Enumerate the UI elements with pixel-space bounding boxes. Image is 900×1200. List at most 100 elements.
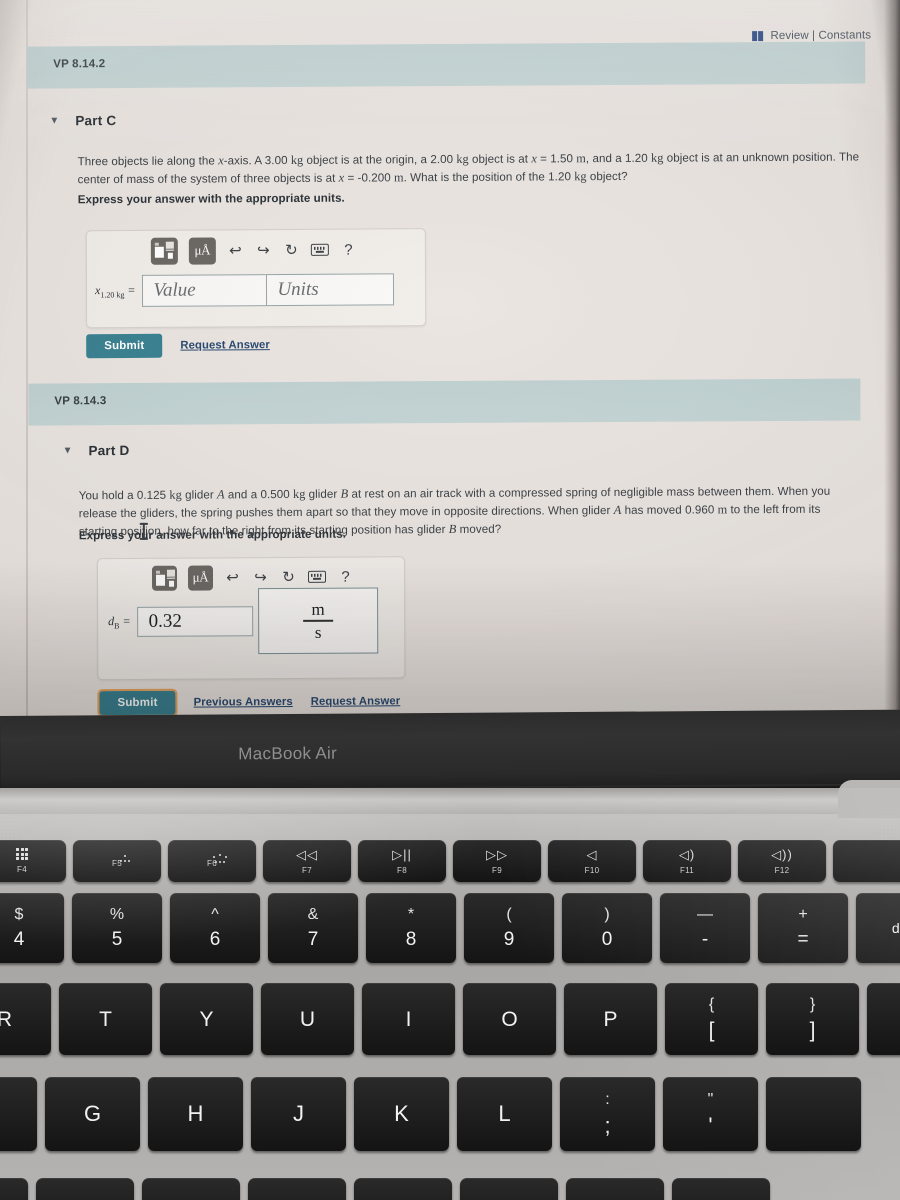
key-f[interactable]: F [0,1077,37,1151]
key-o[interactable]: O [463,983,556,1055]
launchpad-grid-icon [15,847,29,861]
key-h[interactable]: H [148,1077,243,1151]
key-x[interactable]: + = [758,893,848,963]
key-f7[interactable]: ◁◁ F7 [263,840,351,882]
key-blank[interactable] [672,1178,770,1200]
key-blank[interactable] [36,1178,134,1200]
key-x[interactable]: :; [560,1077,655,1151]
key-lower-label: R [0,1007,13,1031]
key-lower-label: L [498,1101,511,1126]
key-f10[interactable]: ◁ F10 [548,840,636,882]
math-template-icon[interactable] [150,237,178,265]
reset-icon[interactable]: ↻ [283,240,300,260]
part-c-units-input[interactable]: Units [266,273,395,307]
key-f8[interactable]: ▷|| F8 [358,840,446,882]
key-blank[interactable] [0,1178,28,1200]
part-d-request-answer-link[interactable]: Request Answer [311,695,401,708]
undo-icon[interactable]: ↩ [224,567,241,587]
keyboard-icon[interactable] [307,570,327,583]
key-x[interactable]: < [354,1178,452,1200]
key-label: F9 [492,865,502,875]
key-6[interactable]: ^ 6 [170,893,260,963]
key-f6[interactable]: F6 [168,840,256,882]
key-blank[interactable] [766,1077,861,1151]
part-c-value-input[interactable]: Value [142,274,267,307]
key-upper-label: — [697,906,713,923]
part-c-header[interactable]: ▼ Part C [49,113,116,128]
key-0[interactable]: ) 0 [562,893,652,963]
key-upper-label: ( [506,906,512,923]
key-9[interactable]: (9 [464,893,554,963]
key-t[interactable]: T [59,983,152,1055]
◁-icon: ◁ [586,846,598,862]
key-4[interactable]: $4 [0,893,64,963]
key-f11[interactable]: ◁) F11 [643,840,731,882]
keyboard-icon[interactable] [310,243,329,256]
units-icon[interactable]: μÅ [188,236,216,265]
section-label: VP 8.14.3 [54,395,107,408]
key-k[interactable]: K [354,1077,449,1151]
part-c-button-row: Submit Request Answer [86,333,270,359]
key-lower-label: 9 [503,929,515,950]
part-d-variable-label: dB = [108,613,131,631]
help-icon[interactable]: ? [340,240,357,260]
key-blank[interactable] [833,840,900,882]
math-template-icon[interactable] [151,565,178,591]
key-j[interactable]: J [251,1077,346,1151]
key-x[interactable]: — - [660,893,750,963]
part-d-previous-answers-link[interactable]: Previous Answers [194,696,293,709]
key-u[interactable]: U [261,983,354,1055]
key-x[interactable]: ? [566,1178,664,1200]
key-p[interactable]: P [564,983,657,1055]
redo-icon[interactable]: ↪ [255,240,272,260]
part-c-submit-button[interactable]: Submit [86,333,163,359]
key-blank[interactable] [142,1178,240,1200]
help-icon[interactable]: ? [337,567,354,587]
review-constants-link[interactable]: Review | Constants [752,29,871,42]
key-f4[interactable]: F4 [0,840,66,882]
key-x[interactable]: {[ [665,983,758,1055]
undo-icon[interactable]: ↩ [227,240,244,260]
reset-icon[interactable]: ↻ [280,567,297,587]
key-r[interactable]: R [0,983,51,1055]
part-d-express-instruction: Express your answer with the appropriate… [78,527,347,543]
key-x[interactable]: " ' [663,1077,758,1151]
key-x[interactable]: }] [766,983,859,1055]
key-lower-label: [ [708,1019,715,1042]
key-upper-label: * [407,906,415,923]
part-c-answer-row: x1.20 kg = Value Units [95,273,395,307]
key-delete[interactable]: delete [856,893,900,963]
key-blank[interactable] [248,1178,346,1200]
key-y[interactable]: Y [160,983,253,1055]
chevron-down-icon[interactable]: ▼ [63,445,73,456]
key-g[interactable]: G [45,1077,140,1151]
key-lower-label: K [394,1101,409,1126]
part-d-header[interactable]: ▼ Part D [63,443,130,458]
part-d-units-fraction[interactable]: m s [258,587,379,655]
key-8[interactable]: * 8 [366,893,456,963]
part-d-submit-button[interactable]: Submit [97,688,178,718]
review-constants-label: Review | Constants [770,29,872,43]
part-c-question-text: Three objects lie along the x-axis. A 3.… [77,150,860,187]
unit-numerator: m [311,599,325,619]
key-f9[interactable]: ▷▷ F9 [453,840,541,882]
key-lower-label: I [405,1007,412,1031]
key-x[interactable]: |\ [867,983,900,1055]
redo-icon[interactable]: ↪ [252,567,269,587]
key-5[interactable]: % 5 [72,893,162,963]
key-i[interactable]: I [362,983,455,1055]
text-cursor-icon [142,522,145,540]
key-lower-label: H [187,1101,204,1126]
key-lower-label: delete [891,920,900,936]
part-c-request-answer-link[interactable]: Request Answer [180,339,270,352]
chevron-down-icon[interactable]: ▼ [49,115,59,126]
key-x[interactable]: > [460,1178,558,1200]
key-7[interactable]: & 7 [268,893,358,963]
key-lower-label: ; [604,1112,611,1138]
key-f5[interactable]: F5 [73,840,161,882]
key-l[interactable]: L [457,1077,552,1151]
key-lower-label: - [701,929,709,950]
key-f12[interactable]: ◁)) F12 [738,840,826,882]
part-d-value-input[interactable]: 0.32 [137,606,254,637]
units-icon[interactable]: μÅ [187,564,214,591]
